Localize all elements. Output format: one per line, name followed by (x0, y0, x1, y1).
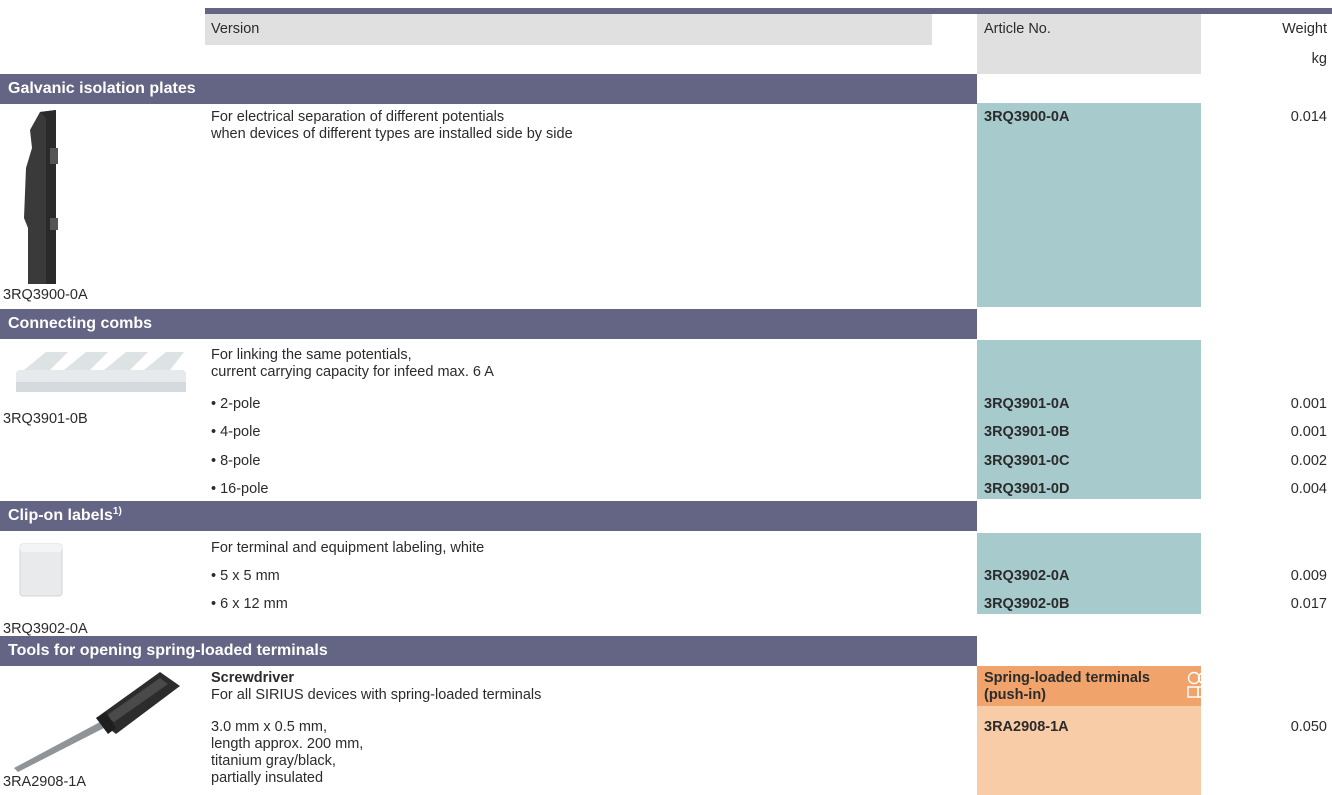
terminal-type-line2: (push-in) (984, 687, 1047, 703)
article-cell-combs (977, 340, 1201, 499)
article-number: 3RQ3901-0C (984, 453, 1070, 469)
image-caption-galvanic: 3RQ3900-0A (3, 287, 88, 303)
connecting-comb-image (16, 352, 186, 392)
article-cell-galvanic (977, 103, 1201, 307)
weight-value: 0.002 (1290, 453, 1327, 469)
weight-value: 0.014 (1290, 109, 1327, 125)
weight-unit: kg (1311, 51, 1327, 67)
galvanic-desc-line1: For electrical separation of different p… (211, 109, 505, 125)
weight-value: 0.001 (1290, 396, 1327, 412)
image-caption-labels: 3RQ3902-0A (3, 621, 88, 637)
section-band-tools: Tools for opening spring-loaded terminal… (0, 636, 977, 666)
list-item-label: • 8-pole (211, 453, 261, 469)
section-band-combs: Connecting combs (0, 309, 977, 339)
weight-value: 0.001 (1290, 424, 1327, 440)
terminal-type-line1: Spring-loaded terminals (984, 670, 1150, 686)
weight-value: 0.004 (1290, 481, 1327, 497)
tool-desc-line1: For all SIRIUS devices with spring-loade… (211, 687, 542, 703)
tool-spec-line: partially insulated (211, 770, 324, 786)
section-band-labels: Clip-on labels1) (0, 501, 977, 531)
image-caption-combs: 3RQ3901-0B (3, 411, 88, 427)
tool-spec-line: 3.0 mm x 0.5 mm, (211, 719, 328, 735)
image-caption-tools: 3RA2908-1A (3, 774, 87, 790)
list-item-label: • 4-pole (211, 424, 261, 440)
section-band-galvanic: Galvanic isolation plates (0, 74, 977, 104)
list-item-label: • 6 x 12 mm (211, 596, 288, 612)
tool-item-title: Screwdriver (211, 670, 295, 686)
article-number: 3RQ3902-0B (984, 596, 1070, 612)
weight-value: 0.017 (1290, 596, 1327, 612)
weight-header: Weight (1282, 21, 1327, 37)
article-number: 3RA2908-1A (984, 719, 1069, 735)
article-number: 3RQ3901-0B (984, 424, 1070, 440)
tool-spec-line: length approx. 200 mm, (211, 736, 364, 752)
version-header-bar (205, 14, 932, 45)
weight-value: 0.050 (1290, 719, 1327, 735)
weight-value: 0.009 (1290, 568, 1327, 584)
labels-desc-line1: For terminal and equipment labeling, whi… (211, 540, 485, 556)
galvanic-desc-line2: when devices of different types are inst… (211, 126, 573, 142)
push-in-terminal-icon (1187, 671, 1211, 698)
footnote-marker: 1) (112, 506, 122, 517)
section-title-labels: Clip-on labels (8, 507, 113, 524)
list-item-label: • 2-pole (211, 396, 261, 412)
clip-on-label-image (19, 543, 63, 597)
article-number: 3RQ3901-0D (984, 481, 1070, 497)
version-header: Version (211, 21, 260, 37)
list-item-label: • 16-pole (211, 481, 269, 497)
article-number: 3RQ3901-0A (984, 396, 1070, 412)
section-title-combs: Connecting combs (8, 315, 153, 332)
section-title-galvanic: Galvanic isolation plates (8, 80, 196, 97)
combs-desc-line2: current carrying capacity for infeed max… (211, 364, 494, 380)
list-item-label: • 5 x 5 mm (211, 568, 280, 584)
screwdriver-image (14, 672, 180, 772)
isolation-plate-image (24, 110, 58, 284)
tool-spec-line: titanium gray/black, (211, 753, 336, 769)
section-title-tools: Tools for opening spring-loaded terminal… (8, 642, 328, 659)
article-number: 3RQ3900-0A (984, 109, 1070, 125)
combs-desc-line1: For linking the same potentials, (211, 347, 412, 363)
article-header: Article No. (984, 21, 1051, 37)
article-number: 3RQ3902-0A (984, 568, 1070, 584)
